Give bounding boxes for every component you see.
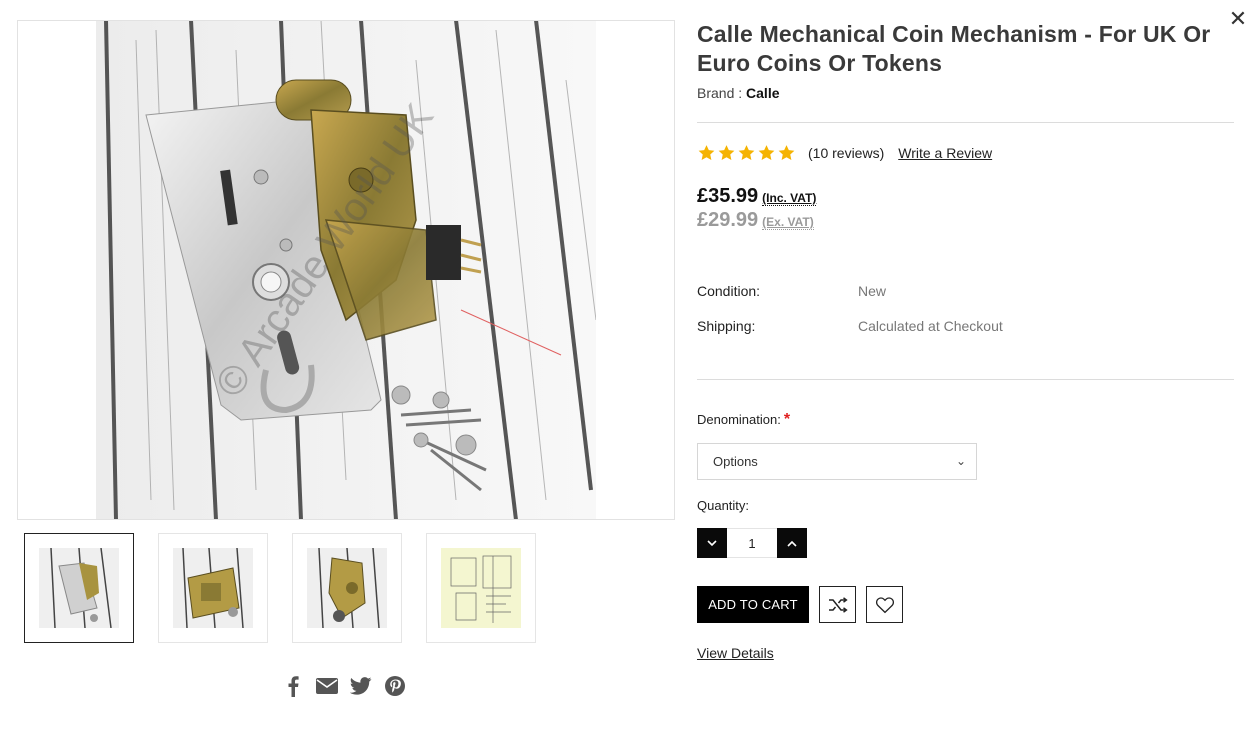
rating-row: (10 reviews) Write a Review [697,144,992,162]
denomination-select[interactable]: Options ⌄ [697,443,977,480]
thumbnail-image [441,548,521,628]
shipping-value: Calculated at Checkout [858,318,1003,334]
quantity-decrease-button[interactable] [697,528,727,558]
brand-label: Brand : [697,85,743,101]
condition-label: Condition: [697,283,761,299]
wishlist-button[interactable] [866,586,903,623]
product-photo: © Arcade World UK [96,21,596,519]
thumbnail-1[interactable] [24,533,134,643]
thumbnail-image [307,548,387,628]
price-inc-vat: £35.99 (Inc. VAT) [697,185,817,208]
chevron-up-icon [787,540,797,547]
close-icon[interactable]: ✕ [1228,8,1248,30]
twitter-icon[interactable] [350,675,372,697]
required-marker: * [783,411,791,428]
write-review-link[interactable]: Write a Review [898,145,992,161]
compare-button[interactable] [819,586,856,623]
product-title: Calle Mechanical Coin Mechanism - For UK… [697,21,1211,76]
add-to-cart-button[interactable]: ADD TO CART [697,586,809,623]
main-product-image[interactable]: © Arcade World UK [17,20,675,520]
star-icon [778,145,795,160]
thumbnail-3[interactable] [292,533,402,643]
brand-name[interactable]: Calle [746,85,779,101]
share-icons [282,675,406,699]
denomination-selected-value: Options [713,454,758,469]
star-icon [698,145,715,160]
rating-stars [697,144,796,162]
facebook-icon[interactable] [282,675,304,697]
quantity-label: Quantity: [697,498,750,513]
view-details-link[interactable]: View Details [697,645,774,661]
price-ex-vat: £29.99 (Ex. VAT) [697,209,814,232]
divider [697,379,1234,380]
condition-value: New [858,283,887,299]
thumbnail-image [173,548,253,628]
quantity-input[interactable] [727,528,777,558]
chevron-down-icon: ⌄ [955,454,966,468]
chevron-down-icon [707,539,717,546]
heart-icon [875,596,894,613]
star-icon [738,145,755,160]
divider [697,122,1234,123]
shipping-label: Shipping: [697,318,756,334]
inc-vat-label: (Inc. VAT) [762,191,817,206]
price-inc-value: £35.99 [697,185,759,207]
email-icon[interactable] [316,675,338,697]
price-ex-value: £29.99 [697,209,759,231]
star-icon [718,145,735,160]
shuffle-icon [828,596,848,613]
reviews-count[interactable]: (10 reviews) [808,145,884,161]
brand-line: Brand : Calle [697,85,780,101]
denomination-label-text: Denomination: [697,412,781,427]
pinterest-icon[interactable] [384,675,406,697]
thumbnail-image [39,548,119,628]
quantity-stepper [697,528,807,558]
thumbnail-2[interactable] [158,533,268,643]
thumbnail-4[interactable] [426,533,536,643]
ex-vat-label: (Ex. VAT) [762,215,814,230]
star-icon [758,145,775,160]
denomination-label: Denomination: * [697,411,790,429]
quantity-increase-button[interactable] [777,528,807,558]
